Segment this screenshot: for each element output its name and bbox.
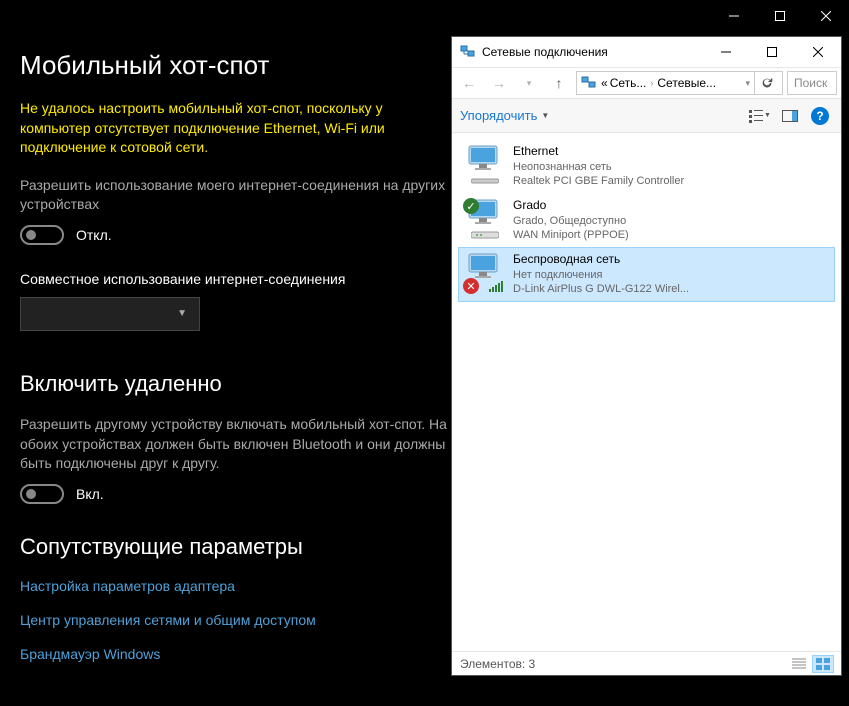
remote-description: Разрешить другому устройству включать мо… <box>20 415 460 474</box>
disconnected-badge-icon: ✕ <box>463 278 479 294</box>
connection-icon: ✓ <box>465 198 505 238</box>
connection-name: Grado <box>513 198 629 214</box>
toolbar: Упорядочить ▼ ▼ ? <box>452 99 841 133</box>
help-icon: ? <box>811 107 829 125</box>
connection-status: Grado, Общедоступно <box>513 214 629 228</box>
hotspot-toggle[interactable] <box>20 225 64 245</box>
dropdown-triangle-icon: ▼ <box>764 112 771 119</box>
status-bar: Элементов: 3 <box>452 651 841 675</box>
window-titlebar[interactable]: Сетевые подключения <box>452 37 841 67</box>
remote-toggle-label: Вкл. <box>76 486 104 502</box>
connection-name: Ethernet <box>513 144 684 160</box>
dropdown-triangle-icon: ▼ <box>541 111 549 120</box>
signal-bars-icon <box>489 281 503 292</box>
organize-menu[interactable]: Упорядочить ▼ <box>460 108 549 123</box>
navigation-bar: ← → ▾ ↑ « Сеть... › Сетевые... ▾ Поиск <box>452 67 841 99</box>
child-minimize-button[interactable] <box>703 37 749 67</box>
refresh-button[interactable] <box>754 71 778 95</box>
hotspot-toggle-label: Откл. <box>76 227 112 243</box>
connection-name: Беспроводная сеть <box>513 252 689 268</box>
preview-pane-button[interactable] <box>777 103 803 129</box>
breadcrumb-part-1[interactable]: Сеть... <box>610 76 647 90</box>
window-icon <box>460 44 476 60</box>
connection-icon <box>465 144 505 184</box>
connection-item[interactable]: ✕ Беспроводная сеть Нет подключения D-Li… <box>458 247 835 301</box>
nav-up-button[interactable]: ↑ <box>546 70 572 96</box>
view-details-button[interactable] <box>789 656 809 672</box>
warning-message: Не удалось настроить мобильный хот-спот,… <box>20 99 440 158</box>
connection-status: Нет подключения <box>513 268 689 282</box>
breadcrumb-dropdown[interactable]: ▾ <box>745 78 750 89</box>
nav-forward-button[interactable]: → <box>486 70 512 96</box>
status-count: 3 <box>529 657 536 671</box>
child-close-button[interactable] <box>795 37 841 67</box>
connection-item[interactable]: ✓ Grado Grado, Общедоступно WAN Miniport… <box>458 193 835 247</box>
child-maximize-button[interactable] <box>749 37 795 67</box>
connection-device: D-Link AirPlus G DWL-G122 Wirel... <box>513 282 689 296</box>
close-button[interactable] <box>803 0 849 32</box>
nav-back-button[interactable]: ← <box>456 70 482 96</box>
organize-label: Упорядочить <box>460 108 537 123</box>
view-tiles-button[interactable] <box>813 656 833 672</box>
connection-status: Неопознанная сеть <box>513 160 684 174</box>
share-connection-dropdown[interactable]: ▼ <box>20 297 200 331</box>
status-label: Элементов: <box>460 657 525 671</box>
connection-device: Realtek PCI GBE Family Controller <box>513 174 684 188</box>
network-connections-window: Сетевые подключения ← → ▾ ↑ « Сеть... › … <box>451 36 842 676</box>
connection-icon: ✕ <box>465 252 505 292</box>
connection-item[interactable]: Ethernet Неопознанная сеть Realtek PCI G… <box>458 139 835 193</box>
chevron-right-icon: › <box>650 78 653 88</box>
window-title: Сетевые подключения <box>482 45 703 59</box>
chevron-down-icon: ▼ <box>177 308 187 319</box>
help-button[interactable]: ? <box>807 103 833 129</box>
maximize-button[interactable] <box>757 0 803 32</box>
view-options-button[interactable]: ▼ <box>747 103 773 129</box>
search-input[interactable]: Поиск <box>787 71 837 95</box>
breadcrumb-part-2[interactable]: Сетевые... <box>657 76 716 90</box>
connections-list: Ethernet Неопознанная сеть Realtek PCI G… <box>452 133 841 651</box>
remote-toggle[interactable] <box>20 484 64 504</box>
minimize-button[interactable] <box>711 0 757 32</box>
share-description: Разрешить использование моего интернет-с… <box>20 176 460 215</box>
connection-device: WAN Miniport (PPPOE) <box>513 228 629 242</box>
breadcrumb-icon <box>581 75 597 91</box>
breadcrumb-overflow[interactable]: « <box>601 76 608 90</box>
breadcrumb[interactable]: « Сеть... › Сетевые... ▾ <box>576 71 783 95</box>
nav-recent-dropdown[interactable]: ▾ <box>516 70 542 96</box>
search-placeholder: Поиск <box>794 76 827 90</box>
